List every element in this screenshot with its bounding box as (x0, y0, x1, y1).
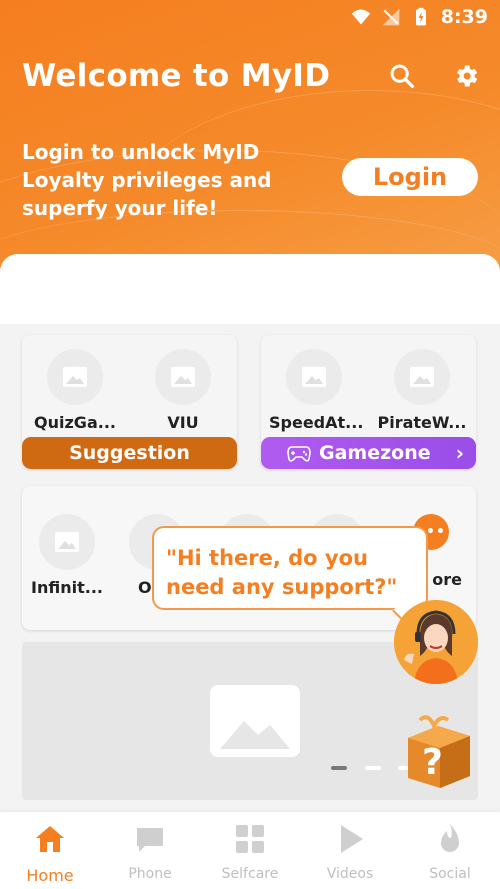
chevron-right-icon: › (455, 441, 464, 465)
nav-item-home[interactable]: Home (0, 812, 100, 889)
home-icon (36, 826, 64, 852)
app-tile[interactable]: VIU (138, 349, 228, 432)
sheet-top-area (0, 254, 500, 324)
gamezone-label: Gamezone (319, 442, 431, 464)
support-agent-avatar[interactable] (394, 600, 478, 684)
nav-item-phone[interactable]: Phone (100, 812, 200, 889)
app-label: VIU (167, 413, 199, 432)
app-label: SpeedAt... (269, 413, 364, 432)
grid-icon (236, 825, 264, 853)
login-button[interactable]: Login (342, 158, 478, 196)
bottom-nav: Home Phone Selfcare Videos Social (0, 812, 500, 889)
nav-item-selfcare[interactable]: Selfcare (200, 812, 300, 889)
nav-item-videos[interactable]: Videos (300, 812, 400, 889)
nav-label: Phone (128, 866, 172, 882)
mystery-box-icon[interactable]: ? (400, 710, 476, 790)
app-placeholder-icon (394, 349, 450, 405)
carousel-dot[interactable] (365, 766, 381, 770)
nav-label: Selfcare (221, 866, 279, 882)
app-label: Infinit... (31, 578, 103, 597)
app-label: PirateW... (377, 413, 467, 432)
image-placeholder-icon (210, 685, 300, 757)
app-placeholder-icon (286, 349, 342, 405)
gear-icon[interactable] (452, 62, 480, 90)
support-speech-bubble[interactable]: "Hi there, do you need any support?" (152, 526, 428, 610)
wifi-icon (351, 9, 370, 25)
nav-item-social[interactable]: Social (400, 812, 500, 889)
app-tile[interactable]: Infinit... (22, 514, 112, 597)
app-label: QuizGa... (34, 413, 116, 432)
page-title: Welcome to MyID (22, 58, 331, 94)
nav-label: Social (429, 866, 471, 882)
app-placeholder-icon (155, 349, 211, 405)
app-tile[interactable]: QuizGa... (30, 349, 120, 432)
search-icon[interactable] (388, 62, 416, 90)
play-icon (341, 825, 363, 853)
app-tile[interactable]: PirateW... (377, 349, 467, 432)
flame-icon (441, 824, 459, 852)
svg-text:?: ? (422, 742, 443, 783)
carousel-dot-active[interactable] (331, 766, 347, 770)
nav-label: Videos (326, 866, 374, 882)
nav-label: Home (26, 866, 74, 885)
app-placeholder-icon (47, 349, 103, 405)
battery-charging-icon (415, 7, 426, 26)
status-bar: 8:39 (0, 0, 500, 34)
gamepad-icon (287, 446, 311, 462)
gamezone-button[interactable]: Gamezone › (261, 437, 476, 469)
status-time: 8:39 (440, 6, 488, 28)
app-placeholder-icon (39, 514, 95, 570)
chat-bubble-icon (137, 828, 163, 852)
suggestion-button[interactable]: Suggestion (22, 437, 237, 469)
app-tile[interactable]: SpeedAt... (269, 349, 364, 432)
login-promo-text: Login to unlock MyID Loyalty privileges … (22, 140, 272, 220)
no-signal-icon (382, 8, 400, 26)
